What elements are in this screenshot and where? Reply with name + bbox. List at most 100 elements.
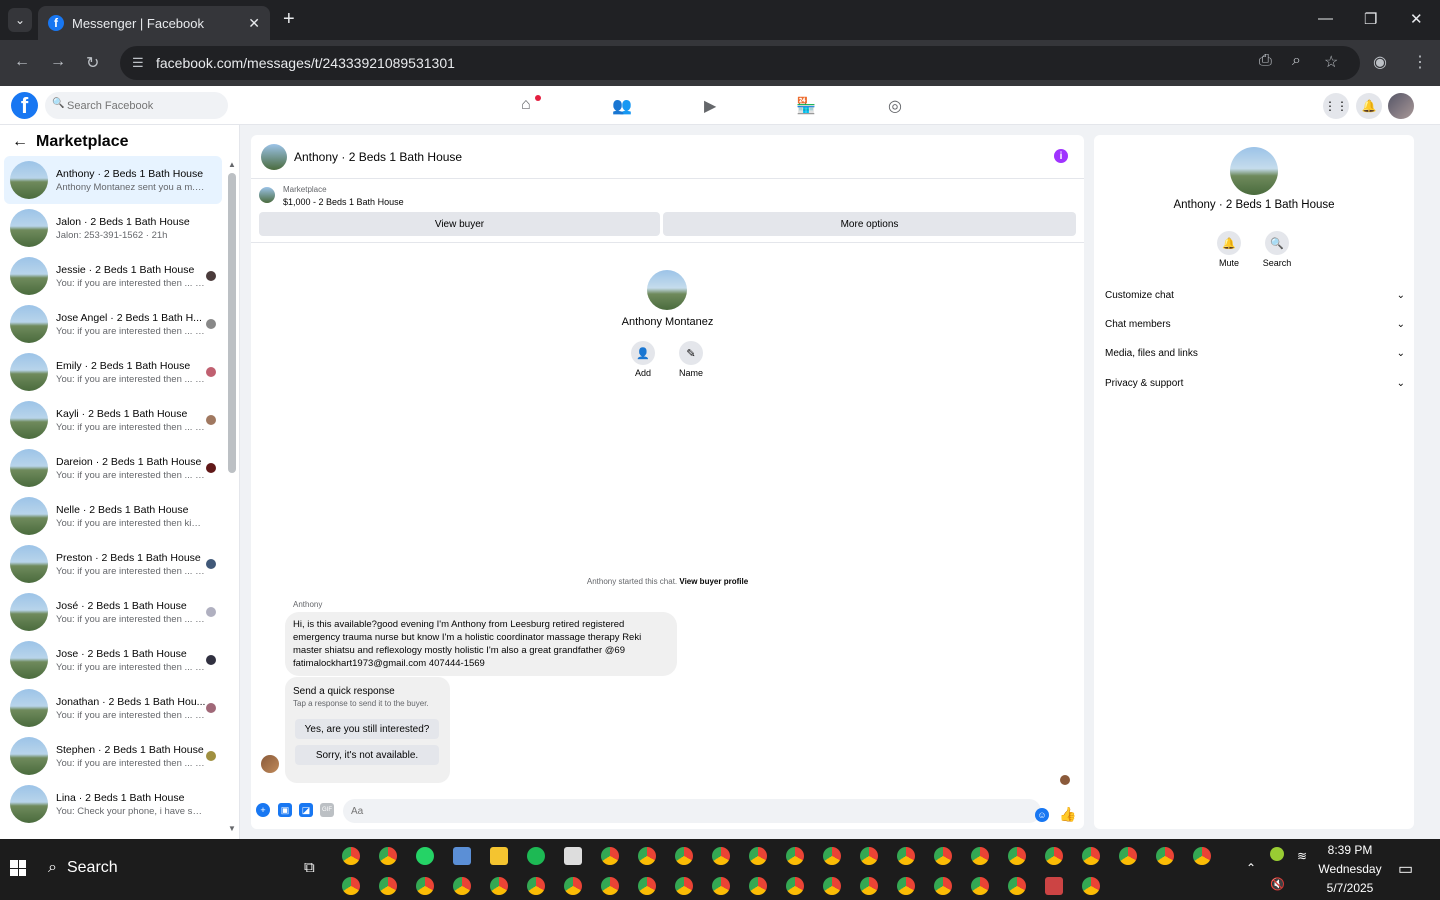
spotify-icon[interactable] xyxy=(527,847,545,865)
conversation-item[interactable]: Anthony · 2 Beds 1 Bath House Anthony Mon… xyxy=(4,156,222,204)
chrome-app-icon[interactable] xyxy=(342,877,360,895)
chrome-app-icon[interactable] xyxy=(860,877,878,895)
zoom-icon[interactable]: ⌕ xyxy=(1292,52,1301,70)
conversation-item[interactable]: Lina · 2 Beds 1 Bath House You: Check you… xyxy=(4,780,222,828)
chrome-app-icon[interactable] xyxy=(601,847,619,865)
chrome-app-icon[interactable] xyxy=(971,847,989,865)
edit-name-icon[interactable]: ✎ xyxy=(679,341,703,365)
menu-icon[interactable]: ⋮ xyxy=(1412,52,1428,72)
view-buyer-button[interactable]: View buyer xyxy=(259,212,660,236)
chrome-app-icon[interactable] xyxy=(416,877,434,895)
install-app-icon[interactable]: ⎙ xyxy=(1259,52,1272,70)
mute-bell-icon[interactable]: 🔔 xyxy=(1217,231,1241,255)
chrome-app-icon[interactable] xyxy=(675,847,693,865)
volume-muted-icon[interactable]: 🔇 xyxy=(1270,877,1285,891)
chrome-app-icon[interactable] xyxy=(823,877,841,895)
conversation-item[interactable]: Jessie · 2 Beds 1 Bath House You: if you … xyxy=(4,252,222,300)
profile-icon[interactable]: ◉ xyxy=(1373,52,1387,72)
conversation-item[interactable]: Jalon · 2 Beds 1 Bath House Jalon: 253-39… xyxy=(4,204,222,252)
conversation-item[interactable]: Jose Angel · 2 Beds 1 Bath H... You: if y… xyxy=(4,300,222,348)
forward-icon[interactable]: → xyxy=(50,53,66,71)
chrome-app-icon[interactable] xyxy=(1193,847,1211,865)
minimize-icon[interactable]: — xyxy=(1318,10,1333,27)
chrome-app-icon[interactable] xyxy=(638,877,656,895)
gif-icon[interactable]: GIF xyxy=(320,803,334,817)
chrome-app-icon[interactable] xyxy=(712,877,730,895)
chrome-app-icon[interactable] xyxy=(823,847,841,865)
file-explorer-icon[interactable] xyxy=(490,847,508,865)
conversation-item[interactable]: Jose · 2 Beds 1 Bath House You: if you ar… xyxy=(4,636,222,684)
chrome-app-icon[interactable] xyxy=(860,847,878,865)
scroll-up-icon[interactable]: ▲ xyxy=(228,160,236,169)
back-arrow-icon[interactable]: ← xyxy=(12,133,28,151)
chrome-app-icon[interactable] xyxy=(1082,847,1100,865)
chrome-app-icon[interactable] xyxy=(379,847,397,865)
chrome-app-icon[interactable] xyxy=(971,877,989,895)
home-icon[interactable]: ⌂ xyxy=(521,96,531,114)
plus-icon[interactable]: + xyxy=(256,803,270,817)
conversation-item[interactable]: Jonathan · 2 Beds 1 Bath Hou... You: if y… xyxy=(4,684,222,732)
site-info-icon[interactable]: ☰ xyxy=(132,55,144,71)
chat-members-item[interactable]: Chat members ⌄ xyxy=(1105,319,1405,330)
tab-close-icon[interactable]: ✕ xyxy=(248,15,260,32)
app-icon[interactable] xyxy=(1045,877,1063,895)
store-icon[interactable] xyxy=(564,847,582,865)
scroll-down-icon[interactable]: ▼ xyxy=(228,824,236,833)
chrome-app-icon[interactable] xyxy=(897,877,915,895)
chrome-app-icon[interactable] xyxy=(601,877,619,895)
conversation-item[interactable]: Dareion · 2 Beds 1 Bath House You: if you… xyxy=(4,444,222,492)
notepad-icon[interactable] xyxy=(453,847,471,865)
sidebar-scrollbar[interactable] xyxy=(228,173,236,473)
chrome-app-icon[interactable] xyxy=(490,877,508,895)
tray-chevron-icon[interactable]: ⌃ xyxy=(1246,861,1256,875)
quick-yes-button[interactable]: Yes, are you still interested? xyxy=(295,719,439,739)
browser-tab[interactable]: f Messenger | Facebook ✕ xyxy=(38,6,270,40)
chrome-app-icon[interactable] xyxy=(749,877,767,895)
chrome-app-icon[interactable] xyxy=(638,847,656,865)
notification-center-icon[interactable]: ▭ xyxy=(1398,859,1413,879)
clock-time[interactable]: 8:39 PM xyxy=(1314,843,1386,857)
like-icon[interactable]: 👍 xyxy=(1059,806,1076,822)
facebook-logo-icon[interactable]: f xyxy=(11,92,38,119)
marketplace-icon[interactable]: 🏪 xyxy=(796,96,816,116)
chat-title[interactable]: Anthony · 2 Beds 1 Bath House xyxy=(294,150,462,164)
account-avatar[interactable] xyxy=(1388,93,1414,119)
chrome-app-icon[interactable] xyxy=(1008,877,1026,895)
chrome-app-icon[interactable] xyxy=(712,847,730,865)
chrome-app-icon[interactable] xyxy=(897,847,915,865)
more-options-button[interactable]: More options xyxy=(663,212,1076,236)
video-icon[interactable]: ▶ xyxy=(704,96,716,116)
conversation-item[interactable]: Nelle · 2 Beds 1 Bath House You: if you a… xyxy=(4,492,222,540)
conversation-item[interactable]: Stephen · 2 Beds 1 Bath House You: if you… xyxy=(4,732,222,780)
chat-avatar[interactable] xyxy=(261,143,287,170)
chrome-app-icon[interactable] xyxy=(379,877,397,895)
close-window-icon[interactable]: ✕ xyxy=(1410,10,1423,28)
privacy-support-item[interactable]: Privacy & support ⌄ xyxy=(1105,378,1405,389)
chrome-app-icon[interactable] xyxy=(1082,877,1100,895)
address-bar[interactable]: ☰ facebook.com/messages/t/24333921089531… xyxy=(120,46,1360,80)
taskbar-search[interactable]: ⌕ Search xyxy=(48,859,118,877)
chrome-app-icon[interactable] xyxy=(564,877,582,895)
chrome-app-icon[interactable] xyxy=(749,847,767,865)
whatsapp-icon[interactable] xyxy=(416,847,434,865)
chrome-app-icon[interactable] xyxy=(527,877,545,895)
chrome-app-icon[interactable] xyxy=(675,877,693,895)
back-icon[interactable]: ← xyxy=(14,53,30,71)
media-files-links-item[interactable]: Media, files and links ⌄ xyxy=(1105,348,1405,359)
info-avatar[interactable] xyxy=(1230,147,1278,195)
conversation-item[interactable]: Preston · 2 Beds 1 Bath House You: if you… xyxy=(4,540,222,588)
notifications-bell-icon[interactable]: 🔔 xyxy=(1356,93,1382,119)
view-buyer-profile-link[interactable]: View buyer profile xyxy=(679,577,748,586)
photo-icon[interactable]: ▣ xyxy=(278,803,292,817)
bookmark-star-icon[interactable]: ☆ xyxy=(1324,52,1338,72)
conversation-item[interactable]: José · 2 Beds 1 Bath House You: if you ar… xyxy=(4,588,222,636)
info-icon[interactable]: i xyxy=(1054,149,1068,163)
groups-icon[interactable]: ◎ xyxy=(888,96,902,116)
chrome-app-icon[interactable] xyxy=(1156,847,1174,865)
chrome-app-icon[interactable] xyxy=(786,847,804,865)
restore-icon[interactable]: ❐ xyxy=(1364,10,1377,28)
new-tab-icon[interactable]: + xyxy=(283,8,295,31)
search-icon[interactable]: 🔍 xyxy=(1265,231,1289,255)
menu-grid-icon[interactable]: ⋮⋮ xyxy=(1323,93,1349,119)
chrome-app-icon[interactable] xyxy=(786,877,804,895)
